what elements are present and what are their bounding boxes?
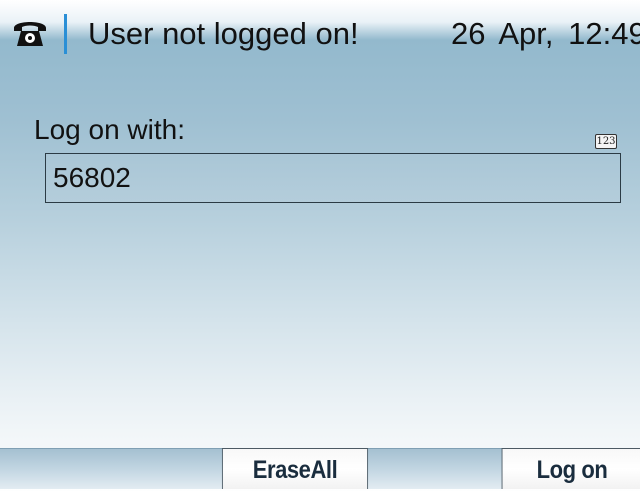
erase-all-button[interactable]: EraseAll bbox=[221, 448, 369, 489]
logon-input-value: 56802 bbox=[53, 162, 131, 193]
status-divider bbox=[64, 14, 67, 54]
log-on-button[interactable]: Log on bbox=[501, 448, 640, 489]
logon-input[interactable]: 56802 bbox=[45, 153, 621, 203]
softkey-bar: EraseAll Log on bbox=[0, 448, 640, 489]
status-title: User not logged on! bbox=[88, 16, 359, 51]
date-time: 26 Apr, 12:49 bbox=[451, 16, 640, 51]
input-mode-badge: 123 bbox=[595, 134, 617, 149]
logon-label: Log on with: bbox=[34, 114, 185, 145]
status-bar: User not logged on! 26 Apr, 12:49 bbox=[0, 0, 640, 60]
phone-icon bbox=[14, 22, 46, 46]
